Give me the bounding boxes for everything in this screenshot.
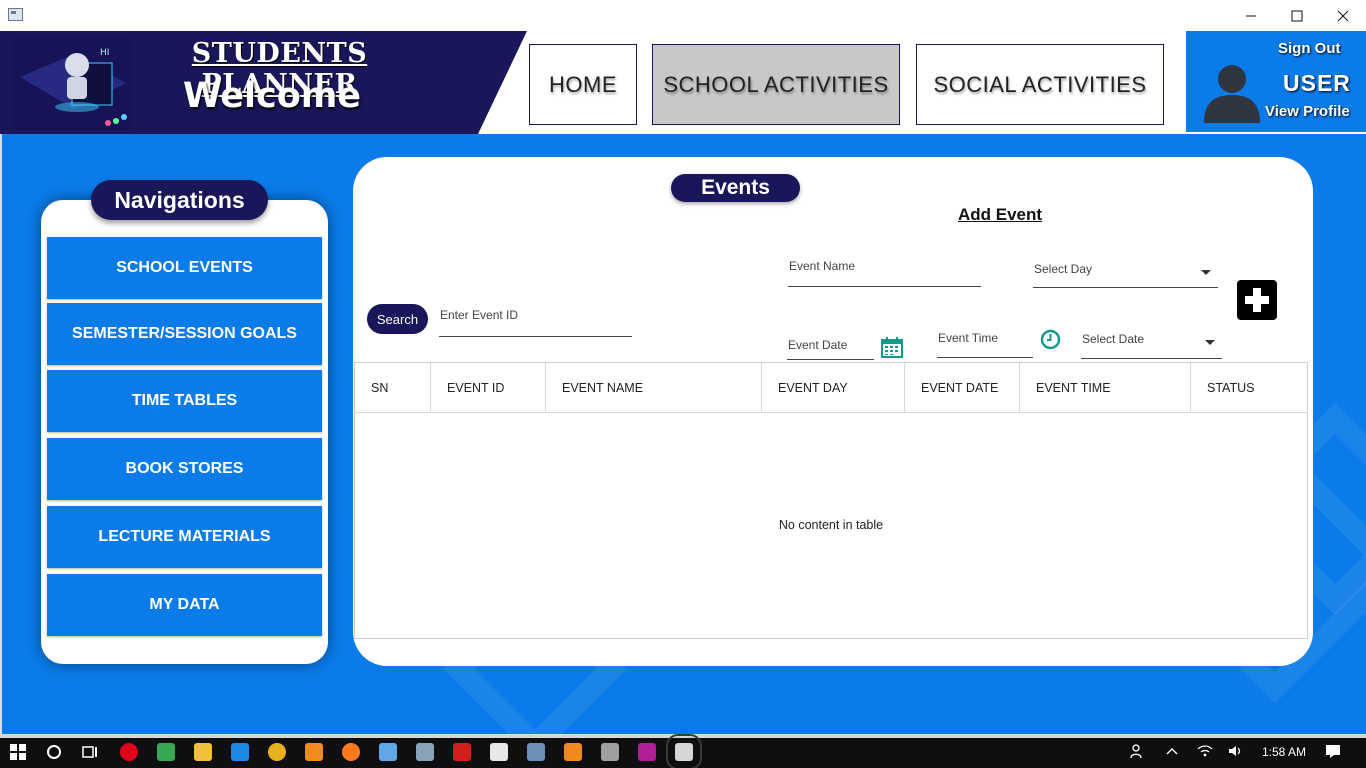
java-app-icon[interactable] xyxy=(666,734,702,768)
app-window-icon xyxy=(8,8,23,21)
window-titlebar xyxy=(0,0,1366,31)
notifications-icon[interactable] xyxy=(1325,743,1341,759)
system-clock[interactable]: 1:58 AM xyxy=(1262,745,1306,759)
table-empty-message: No content in table xyxy=(778,518,884,532)
table-header: SN EVENT ID EVENT NAME EVENT DAY EVENT D… xyxy=(355,363,1307,413)
column-header-sn[interactable]: SN xyxy=(355,363,431,412)
event-id-placeholder: Enter Event ID xyxy=(440,308,519,322)
nav-book-stores-button[interactable]: BOOK STORES xyxy=(47,438,322,500)
minimize-icon[interactable] xyxy=(1228,0,1274,31)
select-date-dropdown[interactable]: Select Date xyxy=(1081,332,1222,359)
nav-time-tables-button[interactable]: TIME TABLES xyxy=(47,370,322,432)
select-day-placeholder: Select Day xyxy=(1034,262,1093,276)
welcome-heading: Welcome xyxy=(182,76,362,116)
main-content: Navigations SCHOOL EVENTS SEMESTER/SESSI… xyxy=(0,134,1366,761)
task-view-icon[interactable] xyxy=(82,744,98,760)
close-icon[interactable] xyxy=(1320,0,1366,31)
nav-lecture-materials-button[interactable]: LECTURE MATERIALS xyxy=(47,506,322,568)
column-header-status[interactable]: STATUS xyxy=(1191,363,1307,412)
remote-desktop-icon[interactable] xyxy=(527,743,545,761)
select-day-dropdown[interactable]: Select Day xyxy=(1033,262,1218,288)
events-panel: Events Add Event Event Name Select Day E… xyxy=(353,157,1313,666)
view-profile-link[interactable]: View Profile xyxy=(1265,103,1350,120)
photos-app-icon[interactable] xyxy=(157,743,175,761)
clock-icon[interactable] xyxy=(1040,329,1061,350)
username-label: USER xyxy=(1283,70,1351,96)
nav-school-events-button[interactable]: SCHOOL EVENTS xyxy=(47,237,322,299)
events-title: Events xyxy=(671,174,800,202)
event-date-field[interactable]: Event Date xyxy=(787,338,874,360)
nav-tab-school-activities[interactable]: SCHOOL ACTIVITIES xyxy=(652,44,900,125)
volume-icon[interactable] xyxy=(1227,743,1243,759)
user-avatar-icon xyxy=(1204,65,1260,123)
firefox-browser-icon[interactable] xyxy=(342,743,360,761)
people-icon[interactable] xyxy=(1130,743,1146,759)
calendar-icon[interactable] xyxy=(881,337,903,358)
navigation-title: Navigations xyxy=(91,180,268,220)
brand-banner: HI STUDENTS PLANNER Welcome xyxy=(0,31,527,134)
event-id-search-input[interactable]: Enter Event ID xyxy=(439,308,632,337)
search-button[interactable]: Search xyxy=(367,304,428,334)
visual-studio-icon[interactable] xyxy=(638,743,656,761)
nav-tab-home[interactable]: HOME xyxy=(529,44,637,125)
chevron-up-icon[interactable] xyxy=(1164,743,1180,759)
nav-my-data-button[interactable]: MY DATA xyxy=(47,574,322,636)
mail-app-icon[interactable] xyxy=(490,743,508,761)
profile-panel: Sign Out USER View Profile xyxy=(1186,31,1366,132)
taskbar-divider xyxy=(0,734,1366,738)
column-header-event-date[interactable]: EVENT DATE xyxy=(905,363,1020,412)
vlc-player-icon[interactable] xyxy=(305,743,323,761)
database-app-icon[interactable] xyxy=(601,743,619,761)
chrome-browser-icon[interactable] xyxy=(268,743,286,761)
add-event-button[interactable] xyxy=(1237,280,1277,320)
windows-start-icon[interactable] xyxy=(10,744,26,760)
sign-out-link[interactable]: Sign Out xyxy=(1278,40,1341,57)
event-time-field[interactable]: Event Time xyxy=(937,331,1033,358)
virtualbox-icon[interactable] xyxy=(379,743,397,761)
nav-tab-social-activities[interactable]: SOCIAL ACTIVITIES xyxy=(916,44,1164,125)
game-app-icon[interactable] xyxy=(416,743,434,761)
wifi-icon[interactable] xyxy=(1197,743,1213,759)
nav-semester-goals-button[interactable]: SEMESTER/SESSION GOALS xyxy=(47,303,322,365)
column-header-event-time[interactable]: EVENT TIME xyxy=(1020,363,1191,412)
event-time-placeholder: Event Time xyxy=(938,331,999,345)
robot-logo-icon: HI xyxy=(12,37,132,129)
column-header-event-id[interactable]: EVENT ID xyxy=(431,363,546,412)
event-name-placeholder: Event Name xyxy=(789,259,856,273)
chevron-down-icon xyxy=(1205,340,1215,345)
select-date-placeholder: Select Date xyxy=(1082,332,1145,346)
svg-text:HI: HI xyxy=(100,48,109,58)
acrobat-reader-icon[interactable] xyxy=(453,743,471,761)
events-table[interactable]: SN EVENT ID EVENT NAME EVENT DAY EVENT D… xyxy=(354,362,1308,639)
edge-browser-icon[interactable] xyxy=(231,743,249,761)
xampp-icon[interactable] xyxy=(564,743,582,761)
maximize-icon[interactable] xyxy=(1274,0,1320,31)
column-header-event-day[interactable]: EVENT DAY xyxy=(762,363,905,412)
opera-browser-icon[interactable] xyxy=(120,743,138,761)
add-event-heading: Add Event xyxy=(958,205,1043,224)
windows-taskbar: 1:58 AM xyxy=(0,734,1366,768)
cortana-search-icon[interactable] xyxy=(46,744,62,760)
chevron-down-icon xyxy=(1201,270,1211,275)
event-date-placeholder: Event Date xyxy=(788,338,848,352)
file-explorer-icon[interactable] xyxy=(194,743,212,761)
column-header-event-name[interactable]: EVENT NAME xyxy=(546,363,762,412)
event-name-field[interactable]: Event Name xyxy=(788,259,981,287)
app-header: HI STUDENTS PLANNER Welcome HOME SCHOOL … xyxy=(0,31,1366,134)
